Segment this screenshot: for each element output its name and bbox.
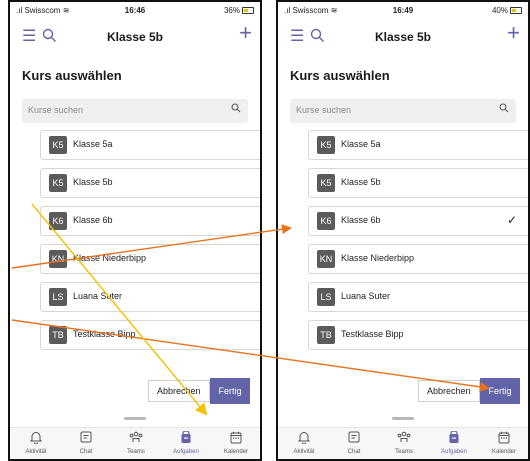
arrow-to-assignments-tab xyxy=(31,203,208,416)
arrow-to-selected-course xyxy=(11,224,292,269)
arrow-to-done-button xyxy=(11,319,490,392)
annotation-overlay xyxy=(11,203,490,416)
